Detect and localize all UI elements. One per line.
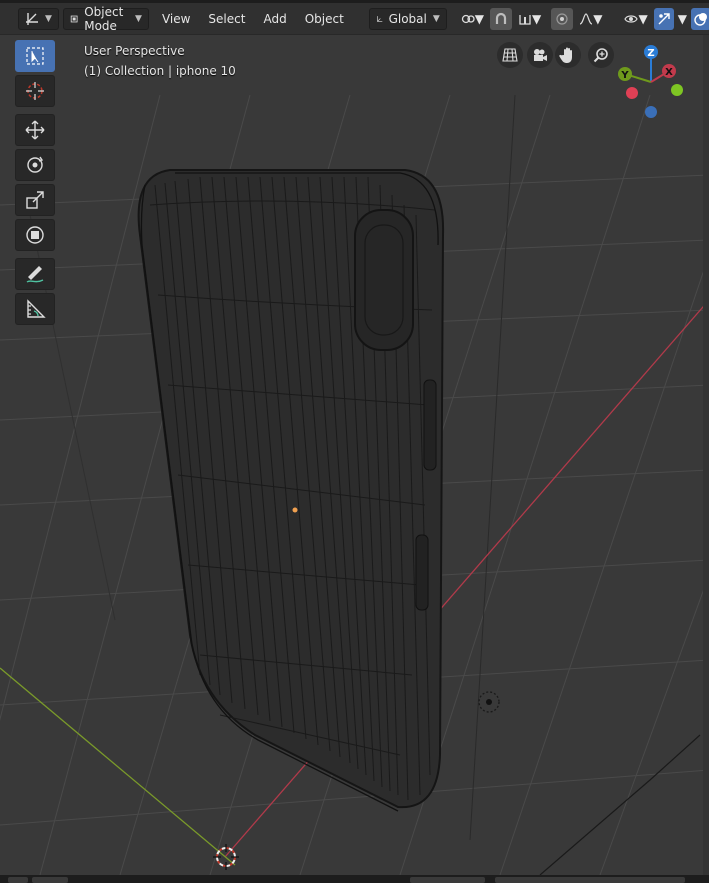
- navigation-gizmo[interactable]: Z Y X: [610, 40, 700, 120]
- pivot-dropdown[interactable]: ▼: [455, 8, 490, 30]
- tool-scale[interactable]: [15, 184, 55, 216]
- measure-icon: [27, 299, 46, 318]
- annotate-icon: [26, 266, 44, 283]
- gizmo-toggle[interactable]: [653, 7, 674, 30]
- chevron-down-icon: ▼: [135, 13, 142, 24]
- menu-object[interactable]: Object: [296, 8, 353, 30]
- chevron-down-icon: ▼: [532, 11, 542, 26]
- tool-transform[interactable]: [15, 219, 55, 251]
- gizmo-dropdown[interactable]: ▼: [674, 8, 691, 30]
- gizmo-y-label: Y: [620, 70, 629, 81]
- chevron-down-icon: ▼: [432, 13, 440, 24]
- camera-guide-line: [469, 94, 516, 841]
- falloff-dropdown[interactable]: ▼: [573, 8, 608, 30]
- gizmo-neg-z-axis[interactable]: [645, 106, 657, 118]
- tool-move[interactable]: [15, 114, 55, 146]
- camera-view-button[interactable]: [527, 42, 553, 68]
- viewport-info: User Perspective (1) Collection | iphone…: [84, 41, 236, 81]
- collection-label: (1) Collection | iphone 10: [84, 64, 236, 78]
- transform-orientation-icon: [376, 15, 383, 22]
- menu-view[interactable]: View: [153, 8, 199, 30]
- visibility-dropdown[interactable]: ▼: [618, 8, 653, 30]
- overlay-icon: [694, 12, 707, 26]
- eye-icon: [624, 14, 639, 23]
- zoom-icon: [593, 48, 608, 63]
- object-origin: [292, 507, 298, 513]
- pan-view-button[interactable]: [555, 42, 581, 68]
- gizmo-neg-y-axis[interactable]: [671, 84, 683, 96]
- menu-select[interactable]: Select: [199, 8, 254, 30]
- object-mode-icon: [70, 15, 78, 22]
- hand-pan-icon: [559, 47, 572, 63]
- gizmo-z-label: Z: [647, 48, 654, 59]
- light-object: [478, 691, 500, 713]
- magnet-icon: [495, 12, 507, 24]
- proportional-edit-icon: [556, 12, 568, 25]
- camera-icon: [534, 49, 547, 61]
- move-icon: [25, 120, 45, 140]
- tool-cursor[interactable]: [15, 75, 55, 107]
- mode-dropdown[interactable]: Object Mode ▼: [62, 4, 149, 33]
- proportional-edit-toggle[interactable]: [551, 7, 574, 30]
- gizmo-icon: [658, 12, 670, 24]
- snap-increment-icon: [519, 14, 531, 25]
- rotate-icon: [27, 156, 44, 173]
- orientation-dropdown[interactable]: Global ▼: [368, 7, 447, 30]
- chevron-down-icon: ▼: [593, 11, 603, 26]
- grid-view-icon: [502, 48, 518, 62]
- overlay-toggle[interactable]: [690, 7, 709, 30]
- perspective-label: User Perspective: [84, 44, 185, 58]
- mode-label: Object Mode: [84, 4, 124, 33]
- menu-add[interactable]: Add: [254, 8, 295, 30]
- gizmo-neg-x-axis[interactable]: [626, 87, 638, 99]
- status-bar-edge: [0, 875, 709, 883]
- chevron-down-icon: ▼: [677, 11, 687, 26]
- tool-measure[interactable]: [15, 293, 55, 325]
- axis-grid-icon: [26, 12, 38, 25]
- falloff-icon: [580, 12, 593, 25]
- scale-icon: [26, 191, 44, 209]
- select-box-icon: [26, 47, 44, 65]
- chevron-down-icon: ▼: [474, 11, 485, 26]
- cursor-icon: [26, 82, 44, 100]
- editor-type-dropdown[interactable]: ▼: [18, 7, 59, 30]
- transform-icon: [26, 226, 44, 244]
- 3d-viewport[interactable]: [0, 35, 709, 875]
- gizmo-x-label: X: [665, 67, 673, 78]
- camera-frame-line: [539, 734, 701, 875]
- tool-shelf: [15, 40, 57, 328]
- toggle-ortho-button[interactable]: [497, 42, 523, 68]
- chevron-down-icon: ▼: [45, 13, 52, 24]
- viewport-right-edge: [703, 35, 709, 875]
- viewport-scene: [0, 35, 709, 875]
- snap-target-dropdown[interactable]: ▼: [512, 8, 547, 30]
- tool-rotate[interactable]: [15, 149, 55, 181]
- snap-toggle[interactable]: [490, 7, 513, 30]
- tool-select-box[interactable]: [15, 40, 55, 72]
- tool-annotate[interactable]: [15, 258, 55, 290]
- orientation-label: Global: [388, 11, 427, 26]
- link-icon: [461, 14, 475, 23]
- viewport-header: ▼ Object Mode ▼ View Select Add Object G…: [0, 3, 709, 35]
- phone-wireframe: [137, 169, 445, 812]
- chevron-down-icon: ▼: [638, 11, 648, 26]
